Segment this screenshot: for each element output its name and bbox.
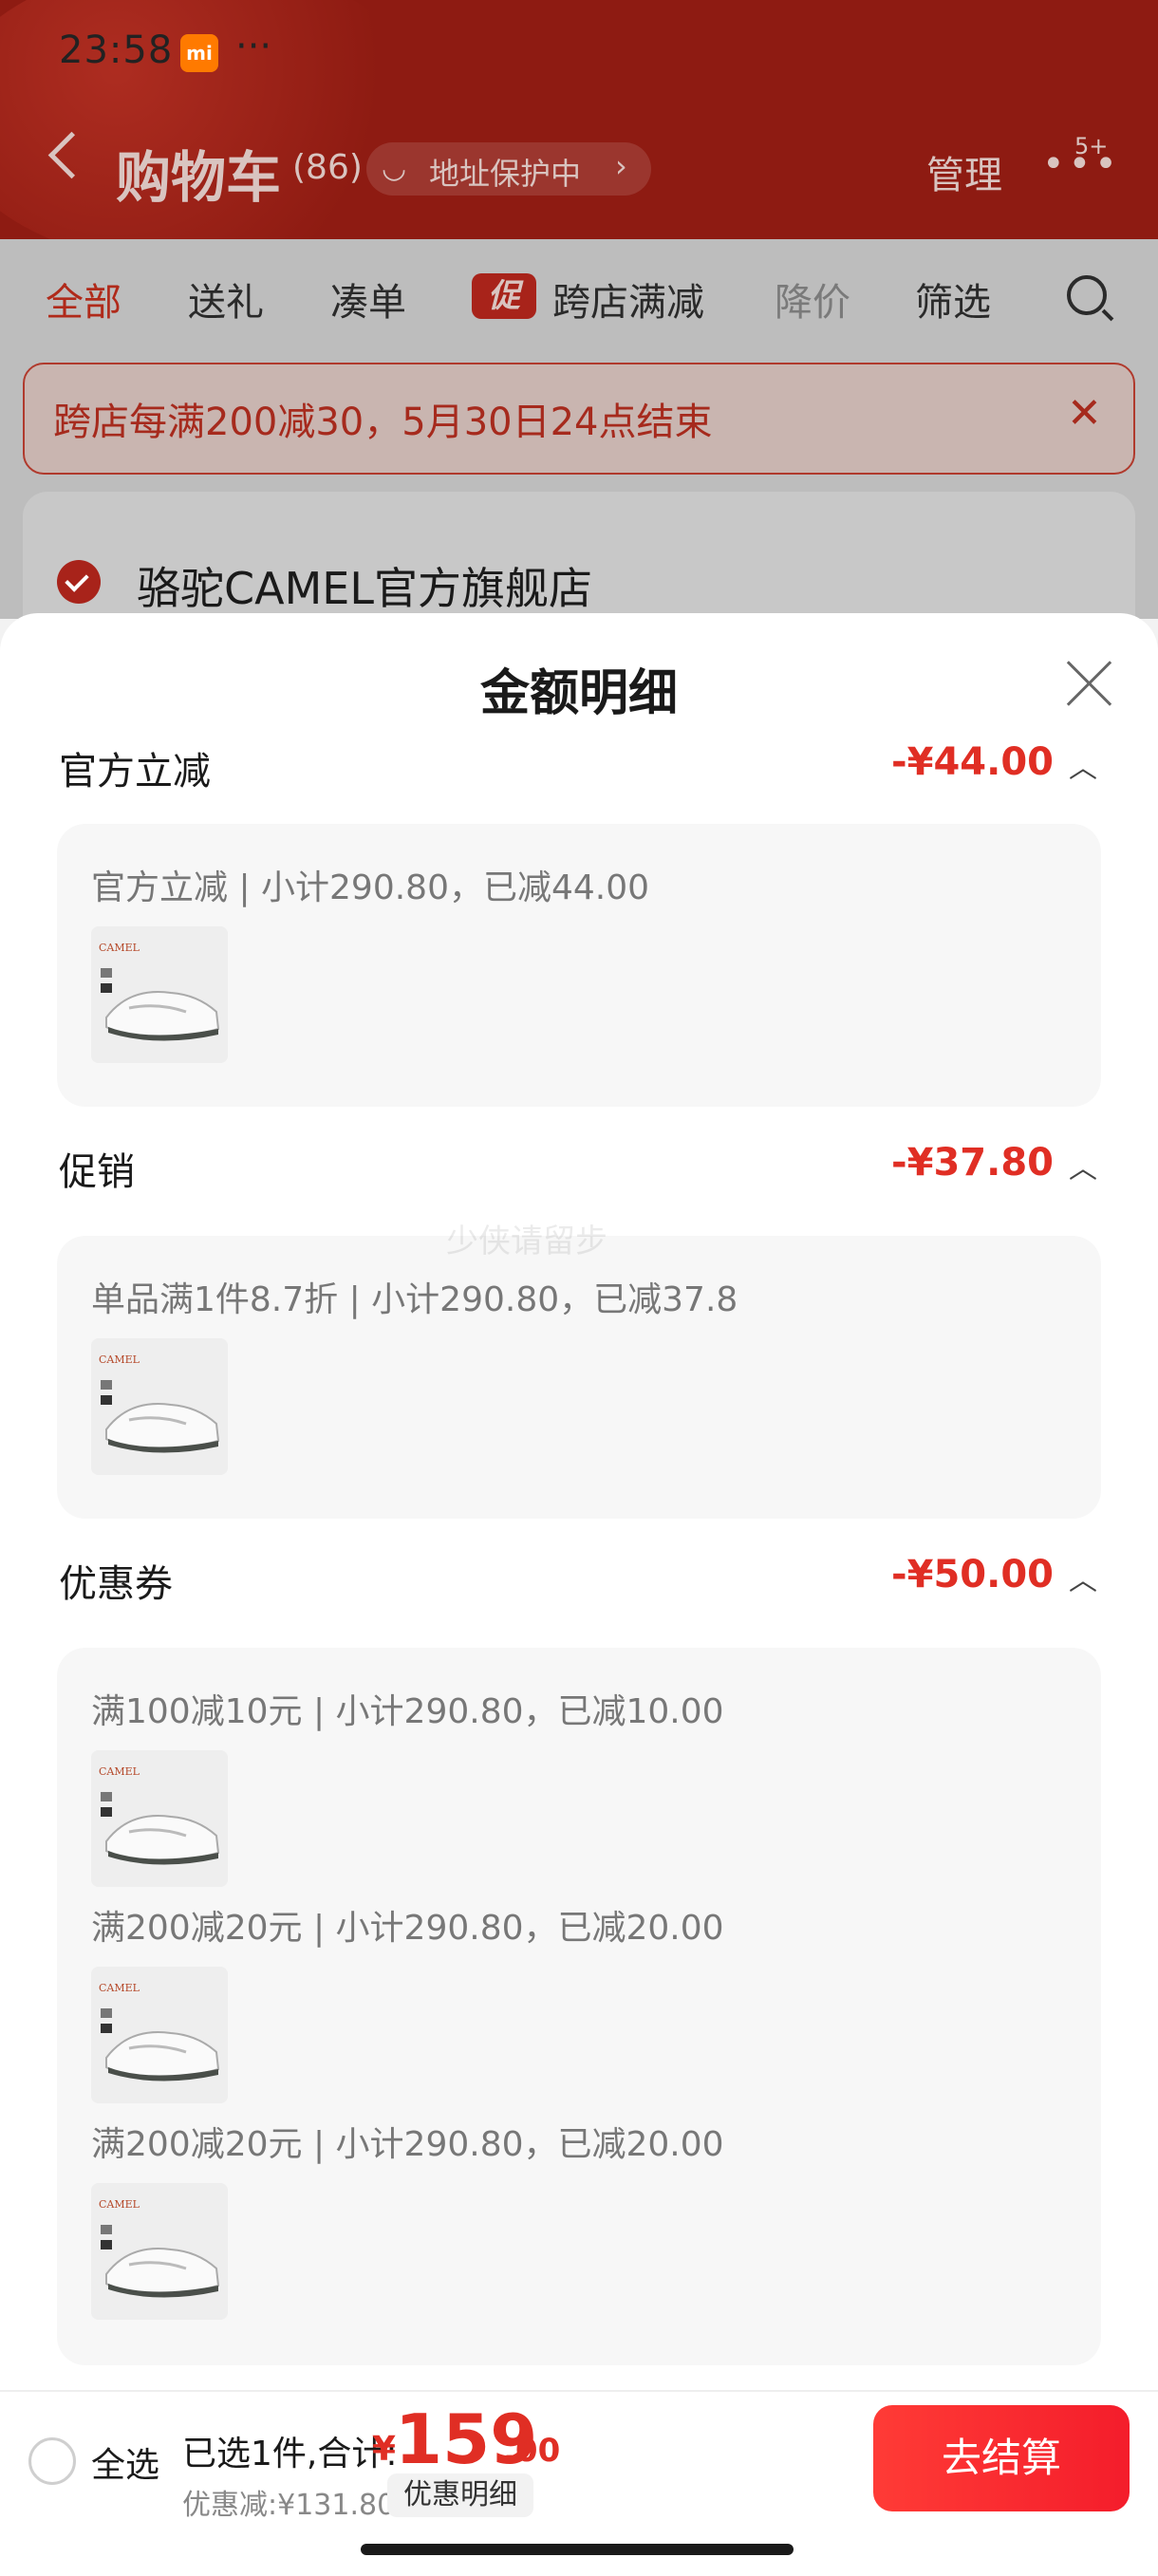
- promo-tag: 促: [472, 273, 536, 319]
- detail-line: 单品满1件8.7折 | 小计290.80，已减37.8: [91, 1280, 738, 1319]
- cart-count: (86): [292, 148, 363, 187]
- sheet-title: 金额明细: [479, 665, 678, 722]
- shop-name[interactable]: 骆驼CAMEL官方旗舰店: [137, 554, 592, 617]
- tab-price-drop[interactable]: 降价: [775, 271, 850, 327]
- discount-summary: 优惠减:¥131.80: [182, 2489, 396, 2522]
- currency-symbol: ¥: [372, 2430, 397, 2469]
- svg-text:CAMEL: CAMEL: [99, 1765, 140, 1778]
- section-label: 优惠券: [59, 1562, 173, 1606]
- tab-cross-store-discount[interactable]: 跨店满减: [552, 271, 704, 327]
- section-label: 官方立减: [59, 750, 211, 793]
- detail-line: 官方立减 | 小计290.80，已减44.00: [91, 868, 650, 907]
- status-more-icon: ···: [235, 25, 272, 68]
- caret-up-icon[interactable]: ︿: [1069, 744, 1097, 786]
- detail-line: 满100减10元 | 小计290.80，已减10.00: [91, 1692, 724, 1731]
- caret-up-icon[interactable]: ︿: [1069, 1557, 1097, 1598]
- detail-line: 满200减20元 | 小计290.80，已减20.00: [91, 2125, 724, 2164]
- tab-bundle[interactable]: 凑单: [330, 271, 406, 327]
- detail-line: 满200减20元 | 小计290.80，已减20.00: [91, 1909, 724, 1948]
- svg-text:CAMEL: CAMEL: [99, 1982, 140, 1994]
- discount-detail-button[interactable]: 优惠明细: [387, 2473, 533, 2517]
- status-time: 23:58: [59, 28, 174, 72]
- svg-text:CAMEL: CAMEL: [99, 942, 140, 954]
- checkmark-icon[interactable]: [57, 560, 101, 604]
- product-thumbnail[interactable]: CAMEL: [91, 1750, 228, 1887]
- section-label: 促销: [59, 1150, 135, 1194]
- product-thumbnail[interactable]: CAMEL: [91, 2183, 228, 2320]
- amount-detail-sheet: 金额明细 官方立减 -¥44.00 ︿ 官方立减 | 小计290.80，已减44…: [0, 613, 1158, 2390]
- product-thumbnail[interactable]: CAMEL: [91, 1967, 228, 2103]
- caret-up-icon[interactable]: ︿: [1069, 1145, 1097, 1186]
- section-amount: -¥44.00: [891, 740, 1054, 784]
- select-all-label[interactable]: 全选: [91, 2437, 159, 2487]
- select-all-radio[interactable]: [28, 2437, 76, 2485]
- selected-summary: 已选1件,合计:: [182, 2435, 398, 2473]
- chevron-right-icon: ›: [615, 148, 627, 184]
- svg-text:CAMEL: CAMEL: [99, 2198, 140, 2211]
- svg-text:CAMEL: CAMEL: [99, 1353, 140, 1366]
- manage-button[interactable]: 管理: [926, 144, 1002, 199]
- smile-icon: ◡: [382, 152, 407, 185]
- close-icon[interactable]: [1065, 659, 1114, 708]
- product-thumbnail[interactable]: CAMEL: [91, 926, 228, 1063]
- mi-icon: mi: [180, 34, 218, 72]
- page-title: 购物车: [116, 145, 282, 210]
- message-badge: 5+: [1074, 133, 1109, 159]
- section-amount: -¥50.00: [891, 1553, 1054, 1596]
- watermark: 少侠请留步: [446, 1223, 607, 1260]
- search-icon[interactable]: [1067, 275, 1107, 315]
- close-icon[interactable]: ✕: [1067, 389, 1102, 438]
- promo-banner-text: 跨店每满200减30，5月30日24点结束: [53, 401, 713, 444]
- product-thumbnail[interactable]: CAMEL: [91, 1338, 228, 1475]
- tab-filter[interactable]: 筛选: [915, 271, 991, 327]
- section-amount: -¥37.80: [891, 1141, 1054, 1185]
- total-price-decimal: .00: [503, 2432, 561, 2470]
- tab-gift[interactable]: 送礼: [188, 271, 264, 327]
- tab-all[interactable]: 全部: [46, 271, 121, 327]
- address-protection-text: 地址保护中: [429, 156, 582, 192]
- checkout-button[interactable]: 去结算: [873, 2405, 1130, 2511]
- home-indicator[interactable]: [361, 2544, 794, 2555]
